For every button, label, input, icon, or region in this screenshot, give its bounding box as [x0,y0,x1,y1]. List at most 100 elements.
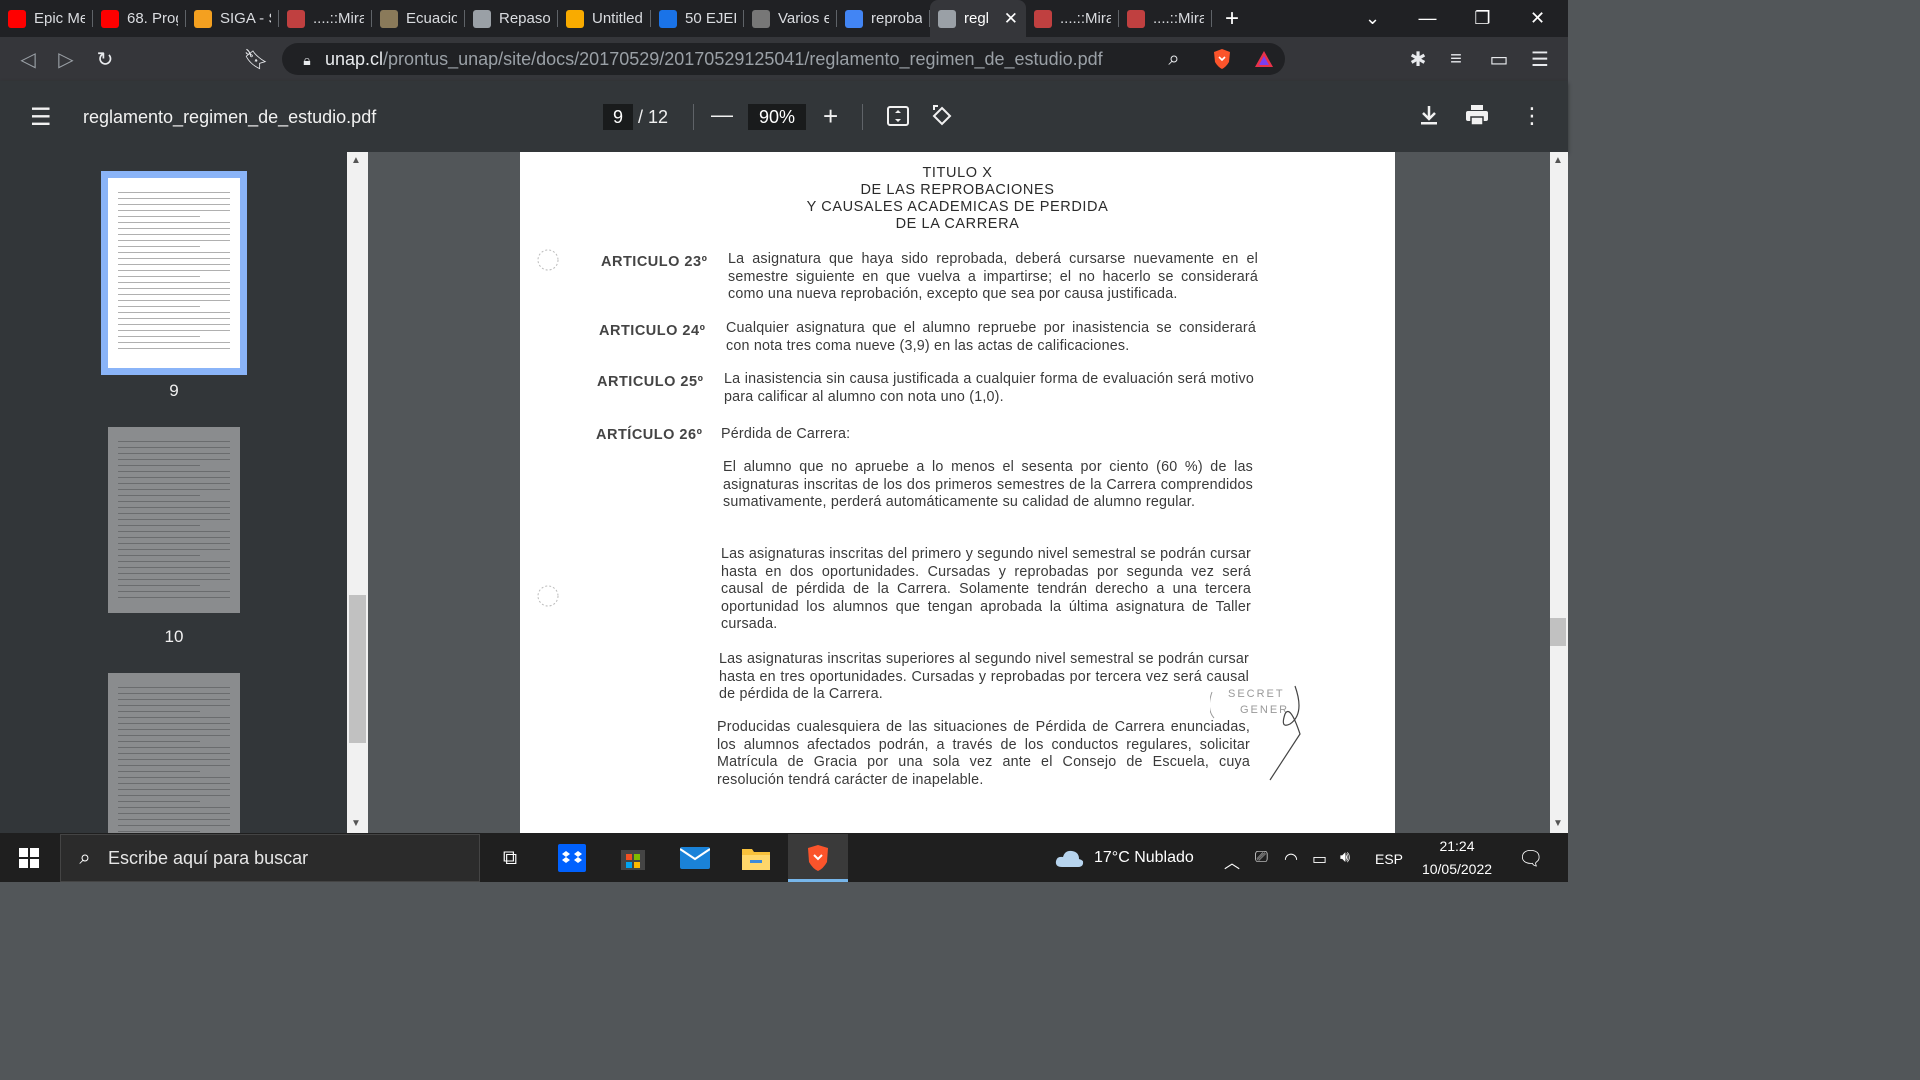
browser-tab[interactable]: ....::Mira [279,0,372,37]
restore-button[interactable]: ❐ [1455,0,1510,37]
brave-browser-icon[interactable] [803,843,833,873]
browser-tab[interactable]: ....::Mira [1026,0,1119,37]
scroll-up-icon[interactable]: ▲ [351,155,361,166]
rotate-icon[interactable] [930,104,954,134]
thumbnail-page-11[interactable] [108,673,240,833]
sidebar-toggle-icon[interactable]: ☰ [30,103,52,132]
more-options-icon[interactable]: ⋮ [1521,103,1543,129]
tab-title: ....::Mira [313,10,364,27]
browser-tab[interactable]: SIGA - S [186,0,279,37]
thumbnail-text-line [118,264,230,265]
browser-tab[interactable]: Epic Me [0,0,93,37]
thumbnail-text-line [118,777,230,778]
browser-tab[interactable]: Untitled [558,0,651,37]
microsoft-store-icon[interactable] [618,843,648,873]
thumbnail-text-line [118,795,230,796]
task-view-icon[interactable]: ⧉ [495,843,525,873]
zoom-out-icon[interactable]: — [711,102,733,128]
mail-icon[interactable] [680,843,710,873]
back-icon[interactable]: ◁ [14,45,42,73]
scroll-down-icon[interactable]: ▼ [351,818,361,829]
thumbnail-text-line [118,192,230,193]
thumbnail-text-line [118,753,230,754]
menu-icon[interactable]: ☰ [1526,45,1554,73]
playlist-icon[interactable]: ≡ [1442,45,1470,73]
windows-start-icon[interactable] [14,843,44,873]
site-icon [380,9,398,28]
browser-tab[interactable]: Varios e [744,0,837,37]
zoom-input[interactable]: 90% [748,104,806,130]
wallet-icon[interactable]: ▭ [1485,45,1513,73]
thumbnail-page-9[interactable] [101,171,247,375]
scroll-up-icon[interactable]: ▲ [1553,155,1563,166]
thumbnail-text-line [118,759,230,760]
clock-time[interactable]: 21:24 [1418,838,1496,854]
thumbnail-text-line [118,747,230,748]
document-scrollbar[interactable] [1550,152,1568,833]
file-explorer-icon[interactable] [741,843,771,873]
brave-shields-icon[interactable] [1208,45,1236,73]
page-number-input[interactable]: 9 [603,104,633,130]
search-placeholder[interactable]: Escribe aquí para buscar [108,848,308,869]
thumbnail-text-line [118,453,230,454]
show-hidden-icons-icon[interactable]: ︿ [1224,849,1240,873]
lock-icon[interactable]: 🔒︎ [293,46,321,74]
divider [862,104,863,130]
pdf-icon [938,9,956,28]
fit-page-icon[interactable] [886,104,910,134]
site-icon [287,9,305,28]
close-window-button[interactable]: ✕ [1510,0,1565,37]
thumbnail-text-line [118,483,230,484]
thumbnail-text-line [118,198,230,199]
dropbox-icon[interactable] [557,843,587,873]
browser-tab[interactable]: Ecuacio [372,0,465,37]
article-text: La inasistencia sin causa justificada a … [724,371,1254,405]
weather-cloud-icon[interactable] [1054,843,1084,873]
zoom-in-icon[interactable]: + [823,101,838,132]
close-tab-icon[interactable]: ✕ [1004,9,1018,29]
extensions-icon[interactable]: ✱ [1404,45,1432,73]
article-text: La asignatura que haya sido reprobada, d… [728,251,1258,302]
forward-icon[interactable]: ▷ [52,45,80,73]
thumbnail-text-line [118,330,230,331]
thumbnail-text-line [118,579,230,580]
thumbnail-text-line [118,519,230,520]
bookmark-icon[interactable]: 🔖︎ [242,45,270,73]
document-scroll-thumb[interactable] [1550,618,1566,646]
page-total: / 12 [638,107,669,127]
notifications-icon[interactable]: 🗨︎ [1518,846,1543,871]
meet-now-icon[interactable]: ⎚ [1255,849,1268,867]
url-text[interactable]: unap.cl/prontus_unap/site/docs/20170529/… [325,49,1103,70]
brave-rewards-icon[interactable] [1250,45,1278,73]
sidebar-scroll-thumb[interactable] [349,595,366,743]
tab-search-icon[interactable]: ⌄ [1345,0,1400,37]
zoom-icon[interactable]: ⌕ [1160,45,1188,73]
thumbnail-text-line [118,765,230,766]
browser-tab[interactable]: regl ✕ [930,0,1026,37]
language-indicator[interactable]: ESP [1375,851,1403,867]
thumbnail-page-10[interactable] [108,427,240,613]
thumbnail-text-line [118,687,230,688]
download-icon[interactable] [1418,104,1440,132]
clock-date[interactable]: 10/05/2022 [1412,861,1502,877]
thumbnail-text-line [118,306,200,307]
thumbnail-text-line [118,705,230,706]
tab-title: 68. Prog [127,10,178,27]
weather-text[interactable]: 17°C Nublado [1094,849,1194,867]
browser-tab[interactable]: 50 EJER [651,0,744,37]
tab-strip: Epic Me 68. Prog SIGA - S ....::Mira Ecuacio… [0,0,1568,37]
scroll-down-icon[interactable]: ▼ [1553,818,1563,829]
browser-tab[interactable]: Repaso [465,0,558,37]
new-tab-button[interactable]: + [1212,5,1252,33]
browser-tab[interactable]: reproba [837,0,930,37]
volume-icon[interactable]: 🔊︎ [1340,849,1350,867]
thumbnail-text-line [118,807,230,808]
browser-tab[interactable]: ....::Mira [1119,0,1212,37]
minimize-button[interactable]: — [1400,0,1455,37]
browser-tab[interactable]: 68. Prog [93,0,186,37]
tab-title: reproba [871,10,922,27]
battery-icon[interactable]: ▭ [1312,849,1327,869]
wifi-icon[interactable]: ◠ [1284,849,1298,869]
reload-icon[interactable]: ↻ [91,45,119,73]
print-icon[interactable] [1465,104,1489,132]
